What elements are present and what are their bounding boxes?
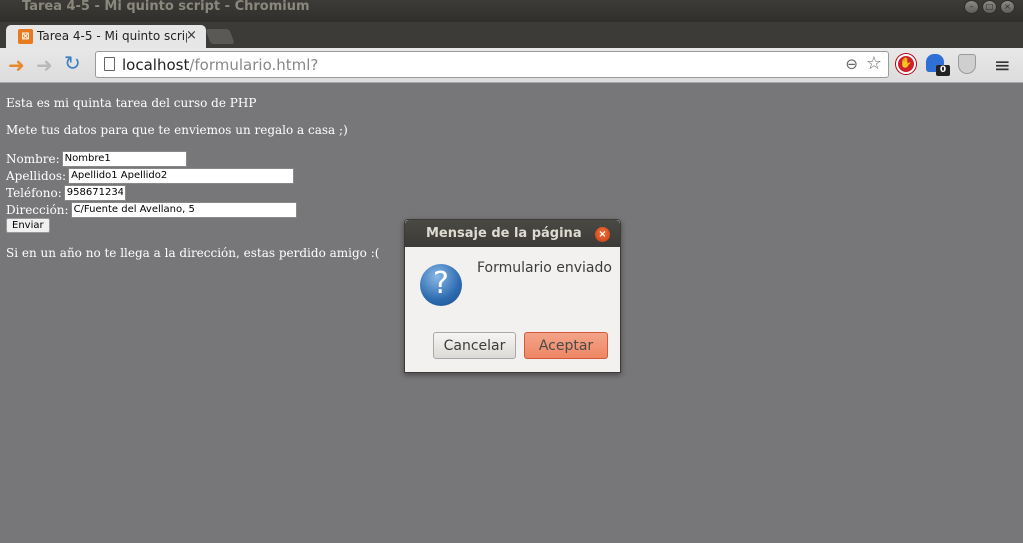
forward-arrow-icon[interactable]: ➜ <box>36 53 53 77</box>
nombre-row: Nombre: <box>6 150 187 167</box>
accept-button[interactable]: Aceptar <box>524 332 608 359</box>
menu-icon[interactable]: ≡ <box>994 53 1011 77</box>
window-title: Tarea 4-5 - Mi quinto script - Chromium <box>22 0 310 14</box>
dialog-message: Formulario enviado <box>477 260 612 276</box>
page-icon <box>104 57 115 71</box>
close-window-icon[interactable]: × <box>1000 0 1015 14</box>
tab-close-icon[interactable]: × <box>186 28 197 43</box>
minimize-icon[interactable]: – <box>964 0 979 14</box>
cancel-button[interactable]: Cancelar <box>433 332 516 359</box>
window-controls: – □ × <box>964 0 1015 14</box>
nombre-label: Nombre: <box>6 151 60 166</box>
reload-icon[interactable]: ↻ <box>64 51 81 75</box>
prompt-text: Mete tus datos para que te enviemos un r… <box>6 123 348 137</box>
alert-dialog: Mensaje de la página × ? Formulario envi… <box>404 219 621 373</box>
dialog-title: Mensaje de la página <box>426 226 582 241</box>
url-path: /formulario.html? <box>189 56 319 74</box>
url-text[interactable]: localhost/formulario.html? <box>122 56 318 74</box>
enviar-button[interactable]: Enviar <box>6 218 50 233</box>
tab-active[interactable]: ⊠ Tarea 4-5 - Mi quinto script × <box>6 25 206 48</box>
apellidos-label: Apellidos: <box>6 168 67 183</box>
new-tab-button[interactable] <box>205 29 235 44</box>
telefono-field[interactable] <box>63 184 126 201</box>
direccion-label: Dirección: <box>6 202 69 217</box>
maximize-icon[interactable]: □ <box>982 0 997 14</box>
address-bar[interactable]: localhost/formulario.html? ⊖ ☆ <box>95 51 889 78</box>
telefono-row: Teléfono: <box>6 184 126 201</box>
dialog-close-icon[interactable]: × <box>595 227 610 242</box>
shield-extension-icon[interactable] <box>958 54 976 74</box>
tab-title: Tarea 4-5 - Mi quinto script <box>37 29 187 43</box>
question-icon: ? <box>420 264 462 306</box>
xampp-favicon-icon: ⊠ <box>18 29 33 44</box>
ghostery-badge: 0 <box>936 65 950 76</box>
nombre-field[interactable] <box>61 150 187 167</box>
apellidos-field[interactable] <box>68 167 295 184</box>
apellidos-row: Apellidos: <box>6 167 295 184</box>
browser-toolbar: ➜ ➜ ↻ localhost/formulario.html? ⊖ ☆ ✋ 0… <box>0 48 1023 83</box>
adblock-stop-icon[interactable]: ✋ <box>896 54 916 74</box>
url-host: localhost <box>122 56 190 74</box>
tab-strip: ⊠ Tarea 4-5 - Mi quinto script × <box>0 22 1023 48</box>
footer-text: Si en un año no te llega a la dirección,… <box>6 246 380 260</box>
intro-text: Esta es mi quinta tarea del curso de PHP <box>6 96 257 110</box>
direccion-row: Dirección: <box>6 201 297 218</box>
direccion-field[interactable] <box>70 201 297 218</box>
telefono-label: Teléfono: <box>6 185 62 200</box>
window-titlebar: Tarea 4-5 - Mi quinto script - Chromium … <box>0 0 1023 22</box>
zoom-icon[interactable]: ⊖ <box>845 55 858 73</box>
bookmark-star-icon[interactable]: ☆ <box>866 53 882 74</box>
dialog-titlebar: Mensaje de la página × <box>405 220 620 247</box>
back-arrow-icon[interactable]: ➜ <box>8 53 25 77</box>
